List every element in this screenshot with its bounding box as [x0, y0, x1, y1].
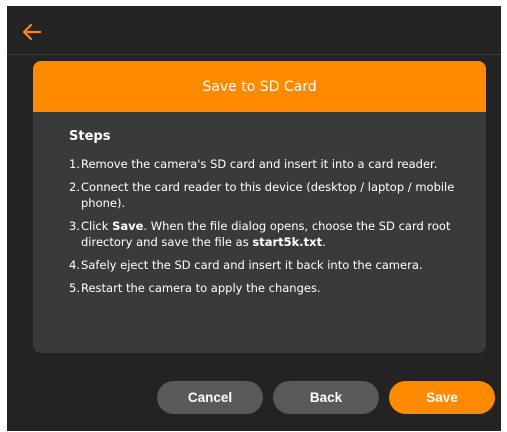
steps-heading: Steps	[69, 129, 111, 144]
top-bar	[7, 6, 501, 58]
dialog-body: Steps 1. Remove the camera's SD card and…	[33, 112, 486, 296]
step-number: 1.	[69, 157, 80, 171]
back-button[interactable]: Back	[273, 381, 379, 414]
step-number: 3.	[69, 219, 80, 233]
save-emphasis: Save	[112, 219, 144, 233]
step-text: Restart the camera to apply the changes.	[81, 281, 321, 295]
action-buttons: Cancel Back Save	[157, 381, 495, 414]
step-text: Connect the card reader to this device (…	[81, 180, 455, 210]
step-5: 5. Restart the camera to apply the chang…	[69, 280, 468, 296]
step-number: 4.	[69, 258, 80, 272]
step-2: 2. Connect the card reader to this devic…	[69, 179, 468, 211]
save-button[interactable]: Save	[389, 381, 495, 414]
step-4: 4. Safely eject the SD card and insert i…	[69, 257, 468, 273]
step-text-suffix: .	[322, 235, 326, 249]
step-1: 1. Remove the camera's SD card and inser…	[69, 156, 468, 172]
save-dialog-card: Save to SD Card Steps 1. Remove the came…	[33, 61, 486, 353]
back-arrow-icon[interactable]	[20, 20, 44, 44]
step-number: 2.	[69, 180, 80, 194]
step-text: Safely eject the SD card and insert it b…	[81, 258, 423, 272]
filename-emphasis: start5k.txt	[252, 235, 323, 249]
step-text-prefix: Click	[81, 219, 113, 233]
app-screen: Save to SD Card Steps 1. Remove the came…	[7, 6, 501, 431]
arrow-left-icon	[22, 23, 42, 41]
step-number: 5.	[69, 281, 80, 295]
step-3: 3. Click Save. When the file dialog open…	[69, 218, 468, 250]
cancel-button[interactable]: Cancel	[157, 381, 263, 414]
steps-list: 1. Remove the camera's SD card and inser…	[69, 156, 468, 296]
header-divider	[7, 54, 501, 55]
step-text: Remove the camera's SD card and insert i…	[81, 157, 438, 171]
dialog-title: Save to SD Card	[33, 61, 486, 112]
